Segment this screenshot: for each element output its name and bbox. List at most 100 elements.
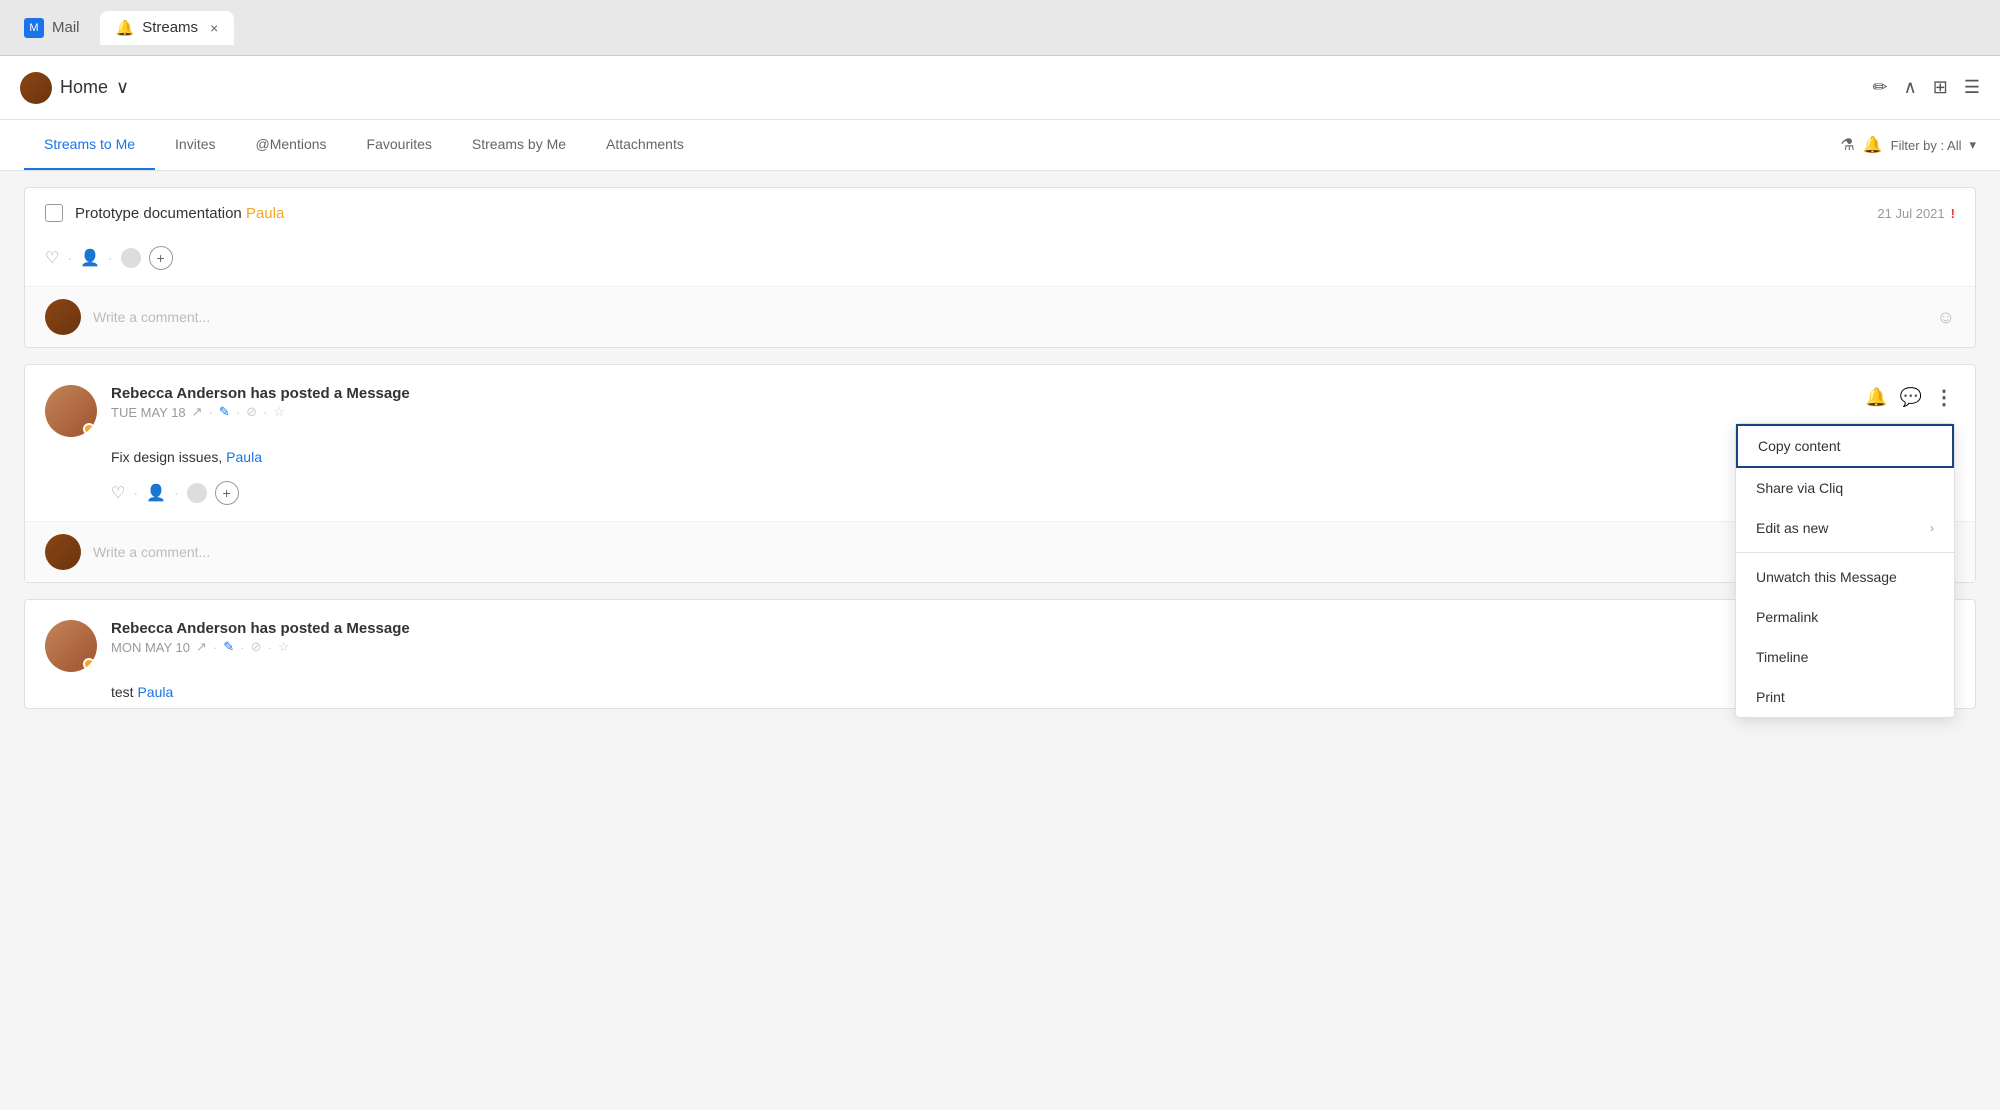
filter-label[interactable]: Filter by : All <box>1891 138 1962 153</box>
message-card-1: Rebecca Anderson has posted a Message TU… <box>24 364 1976 583</box>
people-icon[interactable]: 👤 <box>80 248 100 268</box>
context-menu-copy-content[interactable]: Copy content <box>1736 424 1954 468</box>
comment-input-msg1[interactable]: Write a comment... <box>93 544 1925 560</box>
context-menu-unwatch[interactable]: Unwatch this Message <box>1736 557 1954 597</box>
compose-icon[interactable]: ✏ <box>1872 77 1887 98</box>
message-actions-1: ♡ · 👤 · + <box>25 473 1975 521</box>
tab-mentions[interactable]: @Mentions <box>236 120 347 170</box>
collapse-icon[interactable]: ∧ <box>1904 77 1917 98</box>
filter-chevron-icon[interactable]: ▾ <box>1969 137 1976 153</box>
message-subtitle-1: TUE MAY 18 ↗ · ✎ · ⊘ · ☆ <box>111 404 1851 420</box>
context-menu-permalink[interactable]: Permalink <box>1736 597 1954 637</box>
tab-attachments[interactable]: Attachments <box>586 120 704 170</box>
tab-streams-to-me[interactable]: Streams to Me <box>24 120 155 170</box>
toolbar-right: ✏ ∧ ⊞ ☰ <box>1872 77 1980 98</box>
streams-container: Prototype documentation Paula 21 Jul 202… <box>0 171 2000 725</box>
context-menu: Copy content Share via Cliq Edit as new … <box>1735 423 1955 718</box>
edit-as-new-chevron: › <box>1930 521 1934 535</box>
star-icon-1[interactable]: ☆ <box>273 404 285 420</box>
home-button[interactable]: Home ∨ <box>20 72 129 104</box>
tab-streams-by-me[interactable]: Streams by Me <box>452 120 586 170</box>
message-meta-2: Rebecca Anderson has posted a Message MO… <box>111 620 1851 655</box>
context-menu-edit-as-new[interactable]: Edit as new › <box>1736 508 1954 548</box>
stream-card-1-date: 21 Jul 2021 ! <box>1877 206 1955 221</box>
online-indicator-2 <box>83 658 95 670</box>
alarm-icon-1[interactable]: 🔔 <box>1865 387 1887 408</box>
tab-mail-label: Mail <box>52 19 80 36</box>
comment-avatar-image-msg1 <box>45 534 81 570</box>
message-author-2: Rebecca Anderson has posted a Message <box>111 620 1851 637</box>
stream-card-1-title: Prototype documentation Paula <box>75 205 284 222</box>
shield-icon-1[interactable]: ⊘ <box>246 404 257 420</box>
message-avatar-2 <box>45 620 97 672</box>
dot-2: · <box>108 250 113 266</box>
mention-1[interactable]: Paula <box>226 449 262 465</box>
tab-invites[interactable]: Invites <box>155 120 235 170</box>
grid-icon[interactable]: ⊞ <box>1933 77 1948 98</box>
more-icon-1[interactable]: ⋮ <box>1934 385 1955 410</box>
stream-card-1-actions: ♡ · 👤 · + <box>25 238 1975 286</box>
main-content: Streams to Me Invites @Mentions Favourit… <box>0 120 2000 1110</box>
dot-1: · <box>67 250 72 266</box>
stream-card-1-comment-area: Write a comment... ☺ <box>25 286 1975 347</box>
tab-mail[interactable]: M Mail <box>8 10 96 46</box>
streams-bell-icon: 🔔 <box>116 19 135 37</box>
stream-card-1-author: Paula <box>246 205 284 222</box>
heart-icon[interactable]: ♡ <box>45 248 59 268</box>
avatar-image <box>20 72 52 104</box>
tab-bar: M Mail 🔔 Streams × <box>0 0 2000 56</box>
external-link-icon-1[interactable]: ↗ <box>192 404 203 420</box>
add-people-button-msg1[interactable]: + <box>215 481 239 505</box>
add-people-button-1[interactable]: + <box>149 246 173 270</box>
home-label: Home <box>60 77 108 98</box>
alert-icon: ! <box>1951 206 1955 221</box>
tab-favourites[interactable]: Favourites <box>347 120 452 170</box>
message-body-2: test Paula <box>25 672 1975 708</box>
emoji-icon-1[interactable]: ☺ <box>1937 307 1955 328</box>
message-author-1: Rebecca Anderson has posted a Message <box>111 385 1851 402</box>
online-indicator-1 <box>83 423 95 435</box>
message-body-1: Fix design issues, Paula <box>25 437 1975 473</box>
context-menu-divider <box>1736 552 1954 553</box>
avatar-icon-1 <box>121 248 141 268</box>
tab-navigation: Streams to Me Invites @Mentions Favourit… <box>0 120 2000 171</box>
shield-icon-2[interactable]: ⊘ <box>250 639 261 655</box>
home-chevron-icon: ∨ <box>116 77 129 98</box>
message-meta-1: Rebecca Anderson has posted a Message TU… <box>111 385 1851 420</box>
menu-icon[interactable]: ☰ <box>1964 77 1980 98</box>
comment-icon-1[interactable]: 💬 <box>1900 387 1922 408</box>
comment-avatar-1 <box>45 299 81 335</box>
context-menu-share-cliq[interactable]: Share via Cliq <box>1736 468 1954 508</box>
user-avatar <box>20 72 52 104</box>
tab-close-button[interactable]: × <box>210 20 218 36</box>
context-menu-print[interactable]: Print <box>1736 677 1954 717</box>
toolbar: Home ∨ ✏ ∧ ⊞ ☰ <box>0 56 2000 120</box>
message-subtitle-2: MON MAY 10 ↗ · ✎ · ⊘ · ☆ <box>111 639 1851 655</box>
edit-icon-2[interactable]: ✎ <box>223 639 234 655</box>
stream-card-1-checkbox[interactable] <box>45 204 63 222</box>
people-icon-msg1[interactable]: 👤 <box>146 483 166 503</box>
edit-icon-1[interactable]: ✎ <box>219 404 230 420</box>
external-link-icon-2[interactable]: ↗ <box>196 639 207 655</box>
mail-icon: M <box>24 18 44 38</box>
stream-card-1-header: Prototype documentation Paula 21 Jul 202… <box>25 188 1975 238</box>
message-card-1-comment-area: Write a comment... ☺ <box>25 521 1975 582</box>
message-card-1-header: Rebecca Anderson has posted a Message TU… <box>25 365 1975 437</box>
comment-avatar-image-1 <box>45 299 81 335</box>
message-avatar-1 <box>45 385 97 437</box>
mention-2[interactable]: Paula <box>137 684 173 700</box>
tab-nav-right: ⚗ 🔔 Filter by : All ▾ <box>1840 135 1976 155</box>
message-icons-right-1: 🔔 💬 ⋮ <box>1865 385 1955 410</box>
tab-streams[interactable]: 🔔 Streams × <box>100 11 235 45</box>
avatar-icon-msg1 <box>187 483 207 503</box>
filter-icon[interactable]: ⚗ <box>1840 135 1854 155</box>
comment-input-1[interactable]: Write a comment... <box>93 309 1925 325</box>
heart-icon-msg1[interactable]: ♡ <box>111 483 125 503</box>
star-icon-2[interactable]: ☆ <box>278 639 290 655</box>
tab-streams-label: Streams <box>142 19 198 36</box>
context-menu-timeline[interactable]: Timeline <box>1736 637 1954 677</box>
filter-clear-icon[interactable]: 🔔 <box>1863 135 1883 155</box>
message-card-2: Rebecca Anderson has posted a Message MO… <box>24 599 1976 709</box>
message-card-2-header: Rebecca Anderson has posted a Message MO… <box>25 600 1975 672</box>
stream-card-1: Prototype documentation Paula 21 Jul 202… <box>24 187 1976 348</box>
